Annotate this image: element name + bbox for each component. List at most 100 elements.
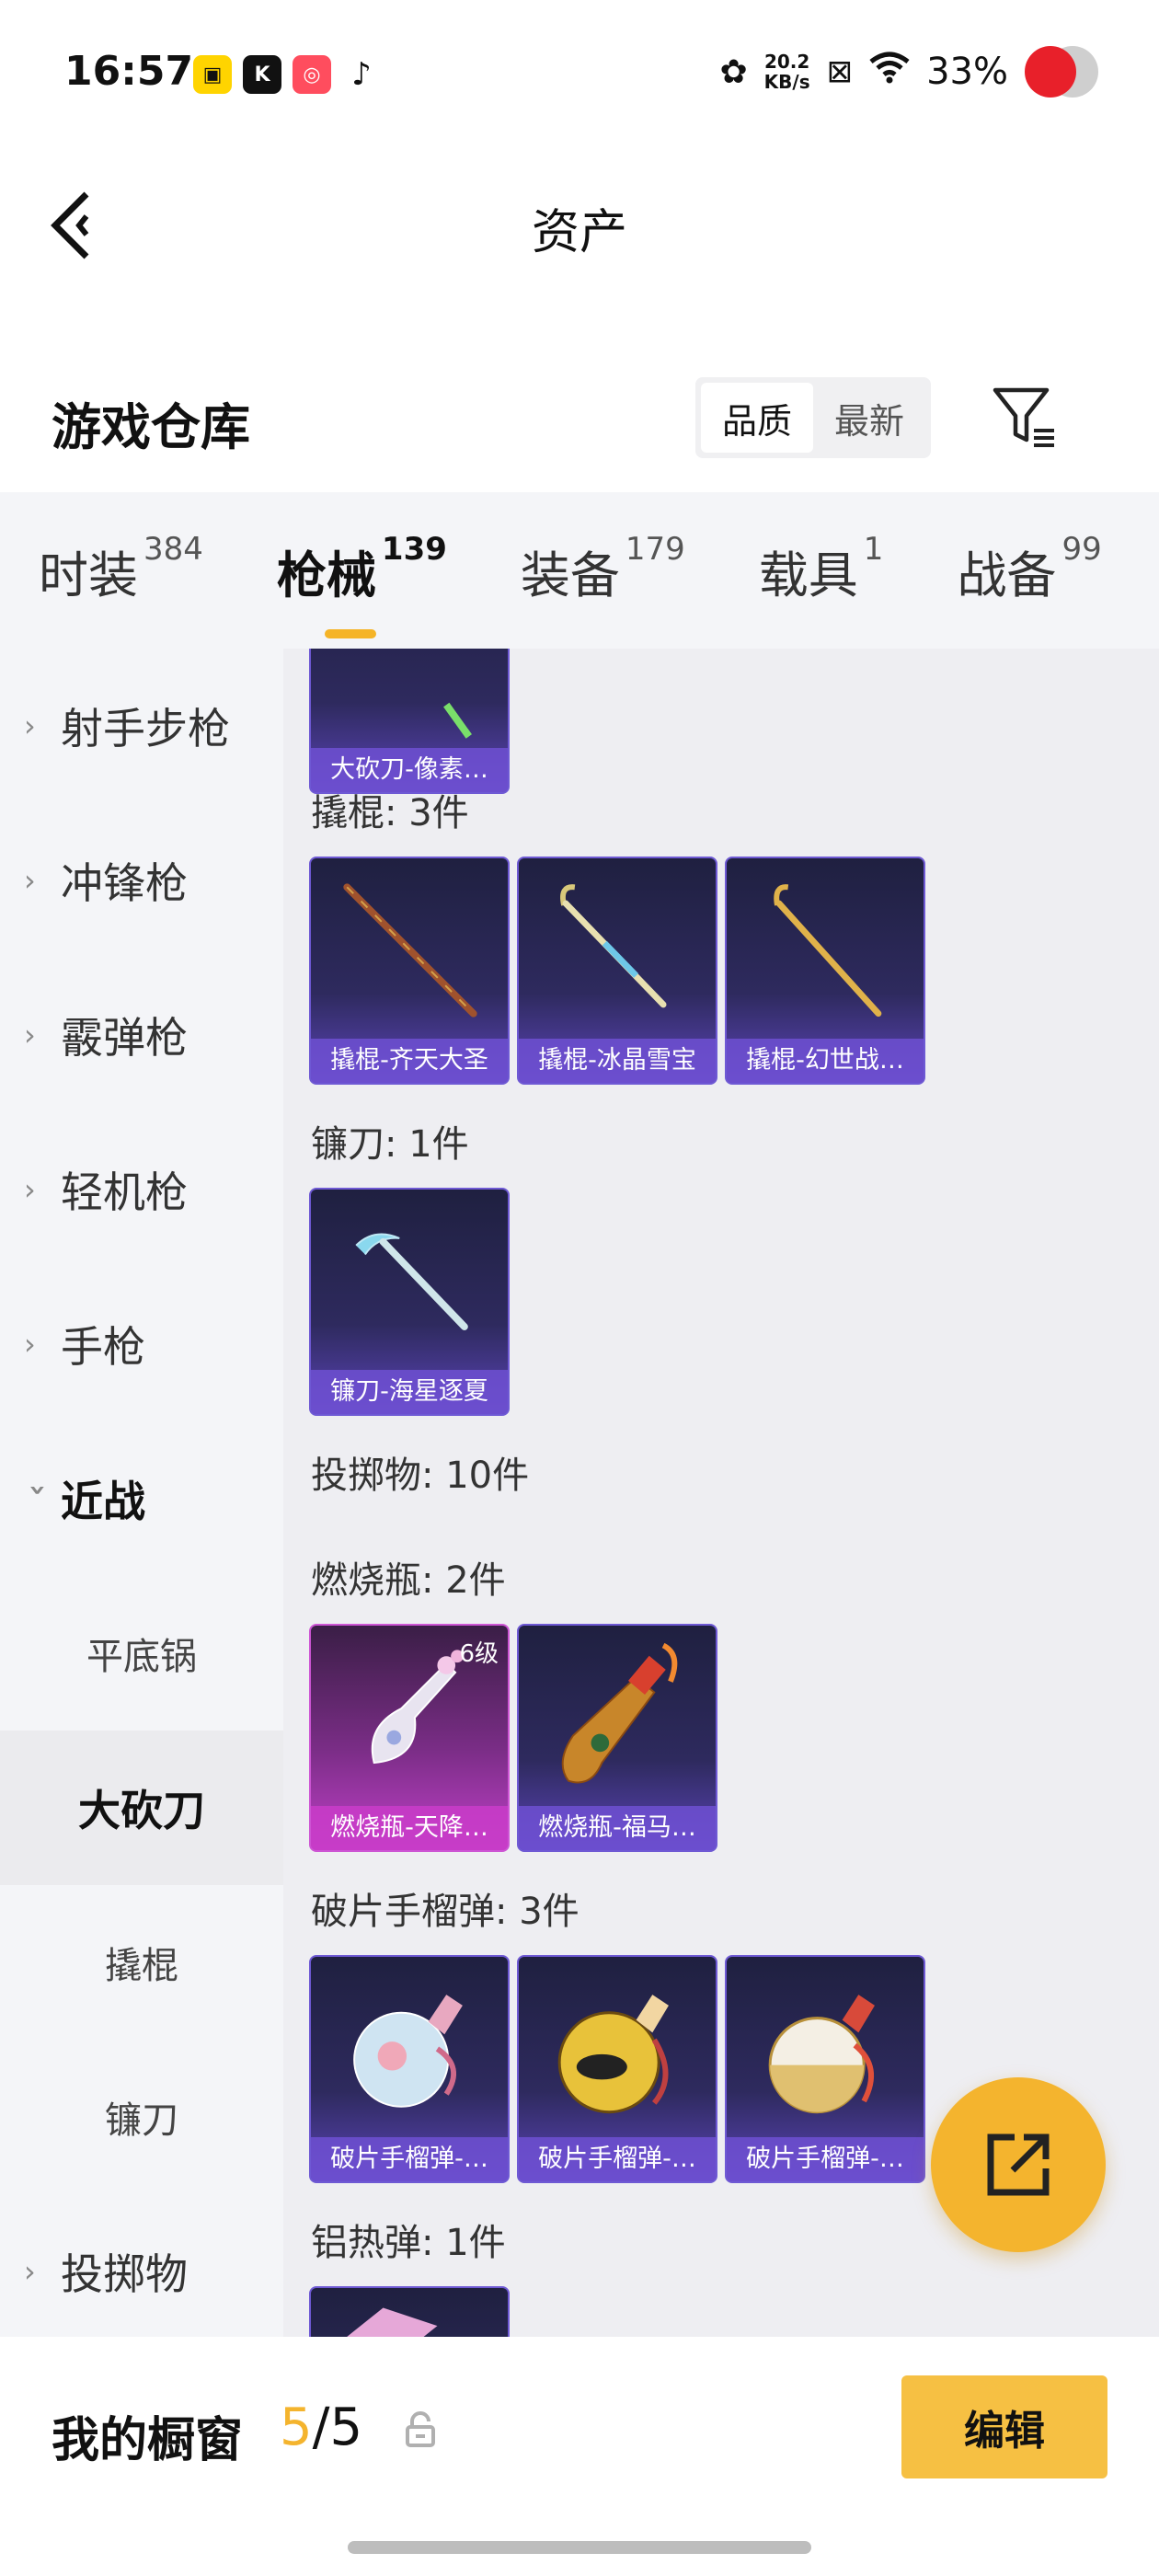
item-card-crowbar-3[interactable]: 撬棍-幻世战…: [725, 857, 925, 1085]
tab-label: 枪械: [276, 546, 376, 604]
sort-newest-button[interactable]: 最新: [813, 383, 925, 453]
group-label-thermite: 铝热弹: 1件: [311, 2222, 506, 2264]
crowbar-icon: [774, 884, 882, 1018]
grenade-icon: [768, 1995, 875, 2114]
tab-vehicles[interactable]: 载具 1: [758, 531, 884, 607]
item-card-sickle-1[interactable]: 镰刀-海星逐夏: [309, 1188, 510, 1416]
sidebar-item-label: 射手步枪: [61, 704, 230, 753]
chevron-right-icon: ›: [24, 863, 36, 898]
item-card-crowbar-1[interactable]: 撬棍-齐天大圣: [309, 857, 510, 1085]
group-label-throwables: 投掷物: 10件: [311, 1455, 530, 1497]
item-card-frag-3[interactable]: 破片手榴弹-…: [725, 1955, 925, 2183]
warehouse-title: 游戏仓库: [52, 398, 250, 456]
sidebar-item-label: 投掷物: [61, 2249, 188, 2299]
tab-count: 139: [381, 530, 447, 568]
sidebar-item-lmg[interactable]: › 轻机枪: [0, 1112, 283, 1267]
sidebar-subitem-crowbar[interactable]: 撬棍: [0, 1885, 283, 2040]
tab-label: 战备: [957, 546, 1057, 604]
filter-button[interactable]: [990, 383, 1060, 453]
sidebar-item-shotgun[interactable]: › 霰弹枪: [0, 958, 283, 1112]
item-card-name: 燃烧瓶-福马…: [519, 1806, 716, 1850]
tab-count: 1: [863, 530, 884, 568]
sidebar-subitem-machete[interactable]: 大砍刀: [0, 1731, 283, 1885]
battery-percent: 33%: [926, 51, 1008, 93]
item-card-machete-pixel[interactable]: 大砍刀-像素…: [309, 649, 510, 794]
status-bar: 16:57 ▣ K ◎ ♪ ✿ 20.2 KB/s ⊠ 33%: [0, 0, 1159, 147]
home-indicator[interactable]: [348, 2541, 811, 2554]
tab-count: 99: [1061, 530, 1102, 568]
item-card-frag-2[interactable]: 破片手榴弹-…: [517, 1955, 717, 2183]
lock-icon: [405, 2410, 436, 2447]
item-card-name: 破片手榴弹-…: [311, 2137, 508, 2181]
tab-active-indicator: [325, 628, 377, 638]
showcase-current: 5: [280, 2398, 313, 2457]
grenade-icon: [353, 1995, 463, 2108]
molotov-icon: [561, 1642, 678, 1784]
sidebar-item-pistol[interactable]: › 手枪: [0, 1267, 283, 1421]
crowbar-icon: [343, 883, 477, 1018]
chevron-right-icon: ›: [24, 1172, 36, 1207]
sickle-icon: [355, 1233, 468, 1331]
sidebar-item-label: 冲锋枪: [61, 858, 188, 908]
showcase-title: 我的橱窗: [52, 2413, 244, 2468]
sidebar-item-label: 霰弹枪: [61, 1013, 188, 1063]
filter-icon: [993, 387, 1054, 447]
page-title: 资产: [531, 205, 627, 260]
item-card-frag-1[interactable]: 破片手榴弹-…: [309, 1955, 510, 2183]
net-speed-unit: KB/s: [763, 71, 810, 93]
chevron-right-icon: ›: [24, 708, 36, 743]
item-card-name: 破片手榴弹-…: [519, 2137, 716, 2181]
group-label-crowbar: 撬棍: 3件: [311, 792, 469, 834]
sort-quality-button[interactable]: 品质: [701, 383, 813, 453]
box-app-icon: ▣: [193, 55, 232, 94]
item-card-name: 镰刀-海星逐夏: [311, 1370, 508, 1414]
item-card-name: 破片手榴弹-…: [727, 2137, 924, 2181]
item-card-thermite-1[interactable]: [309, 2286, 510, 2337]
tab-fashion[interactable]: 时装 384: [39, 531, 203, 607]
crowbar-icon: [560, 884, 667, 1008]
tab-label: 时装: [39, 546, 138, 604]
nav-bar: 资产: [0, 147, 1159, 304]
k-app-icon: K: [243, 55, 281, 94]
tab-label: 装备: [520, 546, 620, 604]
sidebar-item-label: 轻机枪: [61, 1167, 188, 1217]
sidebar-item-marksman-rifle[interactable]: › 射手步枪: [0, 649, 283, 803]
sidebar-item-label: 手枪: [61, 1322, 145, 1372]
showcase-bar: 我的橱窗 5/5 编辑: [0, 2337, 1159, 2576]
item-card-molotov-1[interactable]: 6级 燃烧瓶-天降…: [309, 1624, 510, 1852]
item-card-crowbar-2[interactable]: 撬棍-冰晶雪宝: [517, 857, 717, 1085]
chevron-right-icon: ›: [24, 1327, 36, 1362]
status-right: ✿ 20.2 KB/s ⊠ 33%: [719, 46, 1098, 98]
tab-supplies[interactable]: 战备 99: [957, 531, 1101, 607]
sidebar-subitem-pan[interactable]: 平底锅: [0, 1576, 283, 1731]
item-card-name: 燃烧瓶-天降…: [311, 1806, 508, 1850]
item-level-badge: 6级: [459, 1640, 499, 1668]
sidebar-item-throwables[interactable]: › 投掷物: [0, 2194, 283, 2337]
machete-icon: [443, 702, 472, 739]
net-speed-value: 20.2: [763, 51, 810, 73]
share-fab-button[interactable]: [931, 2077, 1106, 2252]
wifi-icon: [869, 51, 910, 93]
kuaishou-app-icon: ◎: [293, 55, 331, 94]
tab-label: 载具: [758, 546, 858, 604]
status-app-icons: ▣ K ◎ ♪: [193, 55, 381, 94]
sidebar-subitem-sickle[interactable]: 镰刀: [0, 2040, 283, 2194]
showcase-count: 5/5: [280, 2398, 362, 2457]
battery-icon: [1025, 46, 1098, 98]
category-tabs: 时装 384 枪械 139 装备 179 载具 1 战备 99: [0, 492, 1159, 649]
edit-button[interactable]: 编辑: [901, 2375, 1107, 2478]
tab-equipment[interactable]: 装备 179: [520, 531, 685, 607]
clover-icon: ✿: [719, 52, 748, 91]
share-out-icon: [987, 2133, 1050, 2196]
showcase-total: /5: [312, 2398, 363, 2457]
sidebar-item-melee[interactable]: › 近战: [0, 1421, 283, 1576]
status-time: 16:57: [64, 48, 194, 95]
tab-firearms[interactable]: 枪械 139: [276, 531, 447, 638]
sidebar-item-smg[interactable]: › 冲锋枪: [0, 803, 283, 958]
group-label-frag: 破片手榴弹: 3件: [311, 1891, 580, 1933]
net-speed: 20.2 KB/s: [764, 52, 810, 92]
tiktok-app-icon: ♪: [342, 55, 381, 94]
chevron-down-icon: ›: [21, 1484, 56, 1497]
item-card-name: 撬棍-齐天大圣: [311, 1039, 508, 1083]
item-card-molotov-2[interactable]: 燃烧瓶-福马…: [517, 1624, 717, 1852]
